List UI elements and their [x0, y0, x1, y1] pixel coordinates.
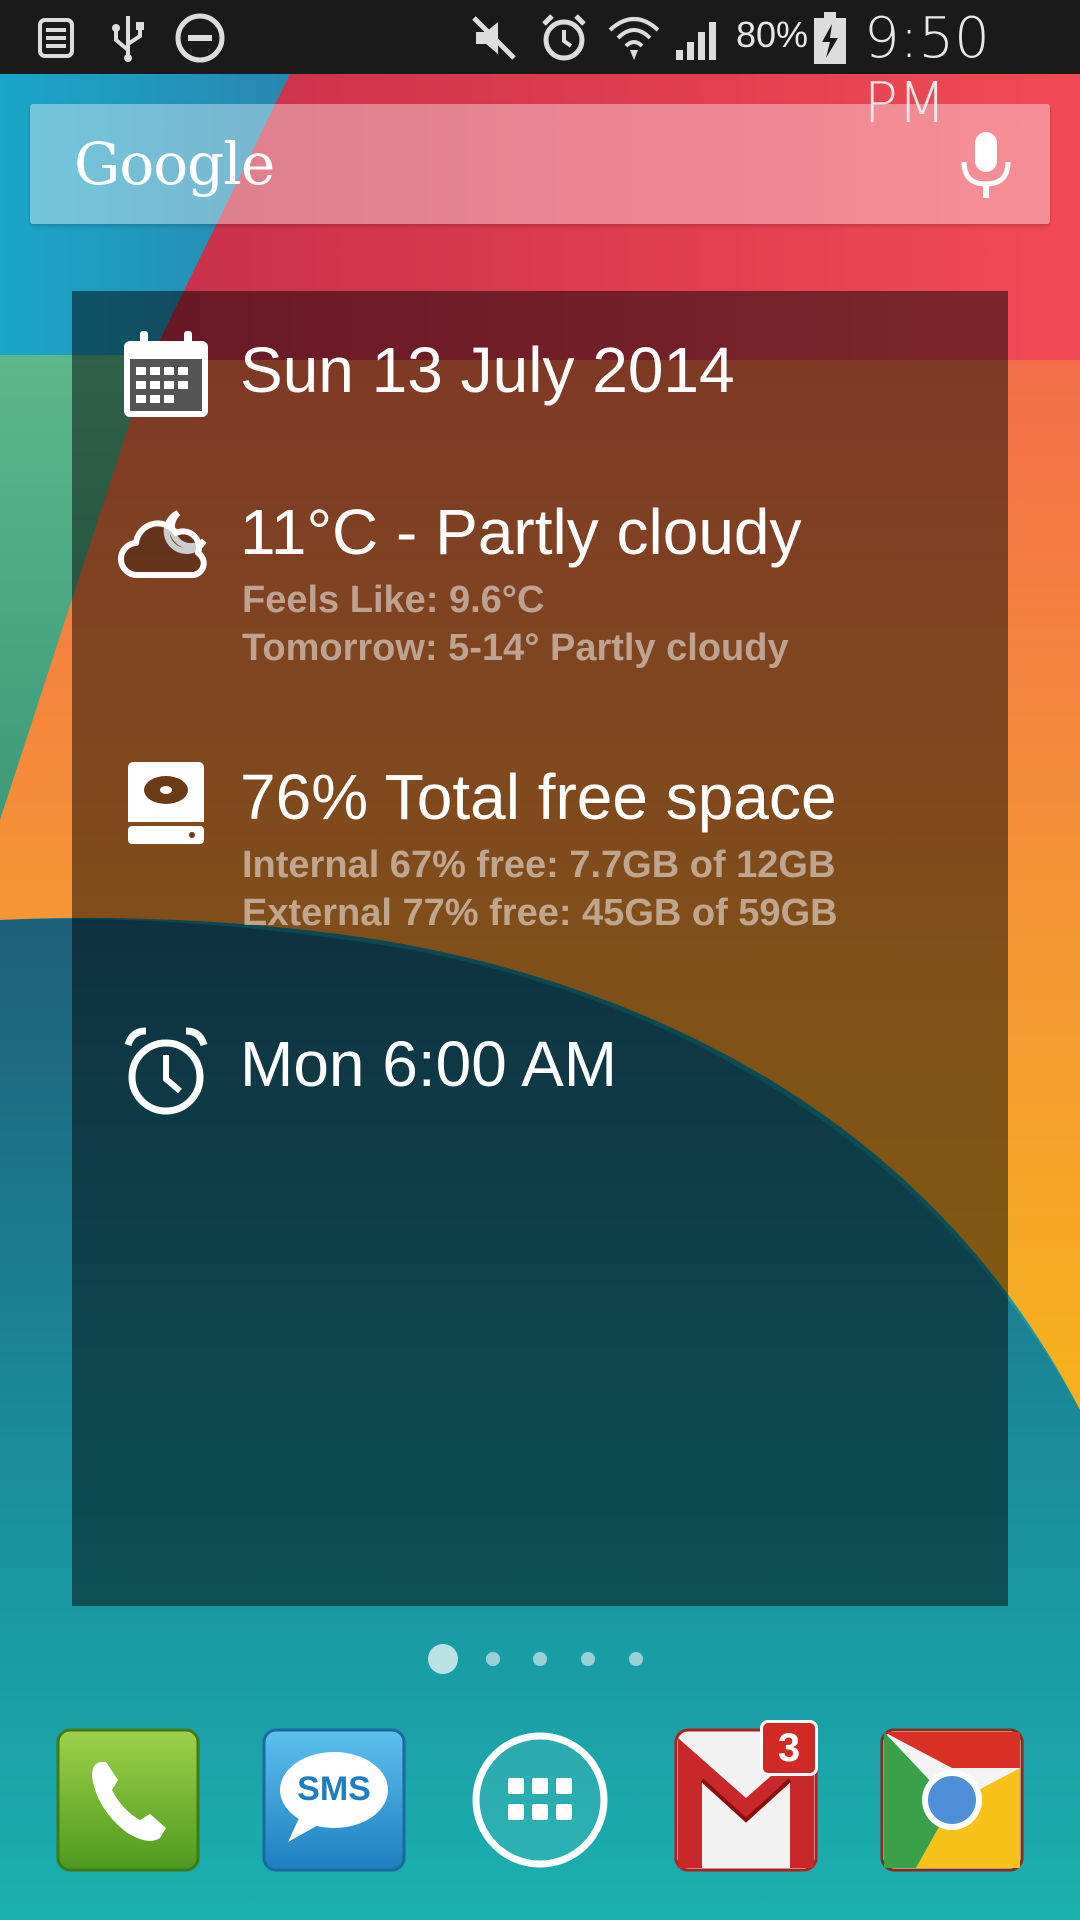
sms-label: SMS — [297, 1770, 371, 1808]
storage-row[interactable]: 76% Total free space Internal 67% free: … — [72, 756, 1008, 946]
phone-app-icon[interactable] — [56, 1728, 200, 1872]
date-row[interactable]: Sun 13 July 2014 — [72, 327, 1008, 427]
usb-icon — [112, 16, 144, 62]
page-dot[interactable] — [486, 1652, 500, 1666]
mute-icon — [472, 16, 516, 60]
partly-cloudy-icon — [118, 510, 207, 579]
page-dot[interactable] — [533, 1652, 547, 1666]
page-dot-active[interactable] — [428, 1644, 458, 1674]
apps-drawer-icon[interactable] — [468, 1728, 612, 1872]
alarm-icon — [542, 14, 586, 61]
storage-external: External 77% free: 45GB of 59GB — [242, 892, 838, 934]
chrome-app-icon[interactable] — [880, 1728, 1024, 1872]
battery-percent: 80% — [736, 14, 809, 55]
wifi-icon — [608, 17, 660, 60]
alarm-row[interactable]: Mon 6:00 AM — [72, 1021, 1008, 1121]
weather-row[interactable]: 11°C - Partly cloudy Feels Like: 9.6°C T… — [72, 491, 1008, 681]
storage-internal: Internal 67% free: 7.7GB of 12GB — [242, 844, 836, 886]
google-logo: Google — [74, 130, 275, 198]
page-dot[interactable] — [629, 1652, 643, 1666]
notification-list-icon — [38, 18, 74, 58]
battery-charging-icon — [814, 12, 846, 64]
do-not-disturb-icon — [175, 13, 225, 63]
storage-main: 76% Total free space — [240, 761, 837, 833]
dock: SMS 3 — [0, 1720, 1080, 1880]
status-bar: 80% 9:50 PM — [0, 0, 1080, 136]
weather-feels-like: Feels Like: 9.6°C — [242, 579, 545, 621]
page-dot[interactable] — [581, 1652, 595, 1666]
alarm-text: Mon 6:00 AM — [240, 1028, 618, 1100]
gmail-unread-badge: 3 — [760, 1720, 818, 1776]
mic-icon[interactable] — [950, 128, 1022, 204]
calendar-icon — [124, 331, 208, 417]
date-text: Sun 13 July 2014 — [240, 334, 735, 406]
weather-main: 11°C - Partly cloudy — [240, 496, 802, 568]
weather-tomorrow: Tomorrow: 5-14° Partly cloudy — [242, 627, 789, 669]
signal-icon — [676, 22, 716, 60]
status-clock: 9:50 PM — [864, 6, 990, 136]
alarm-clock-icon — [124, 1027, 208, 1115]
hard-drive-icon — [128, 762, 204, 844]
info-widget[interactable]: Sun 13 July 2014 11°C - Partly cloudy Fe… — [72, 291, 1008, 1606]
page-indicator — [0, 1640, 1080, 1680]
